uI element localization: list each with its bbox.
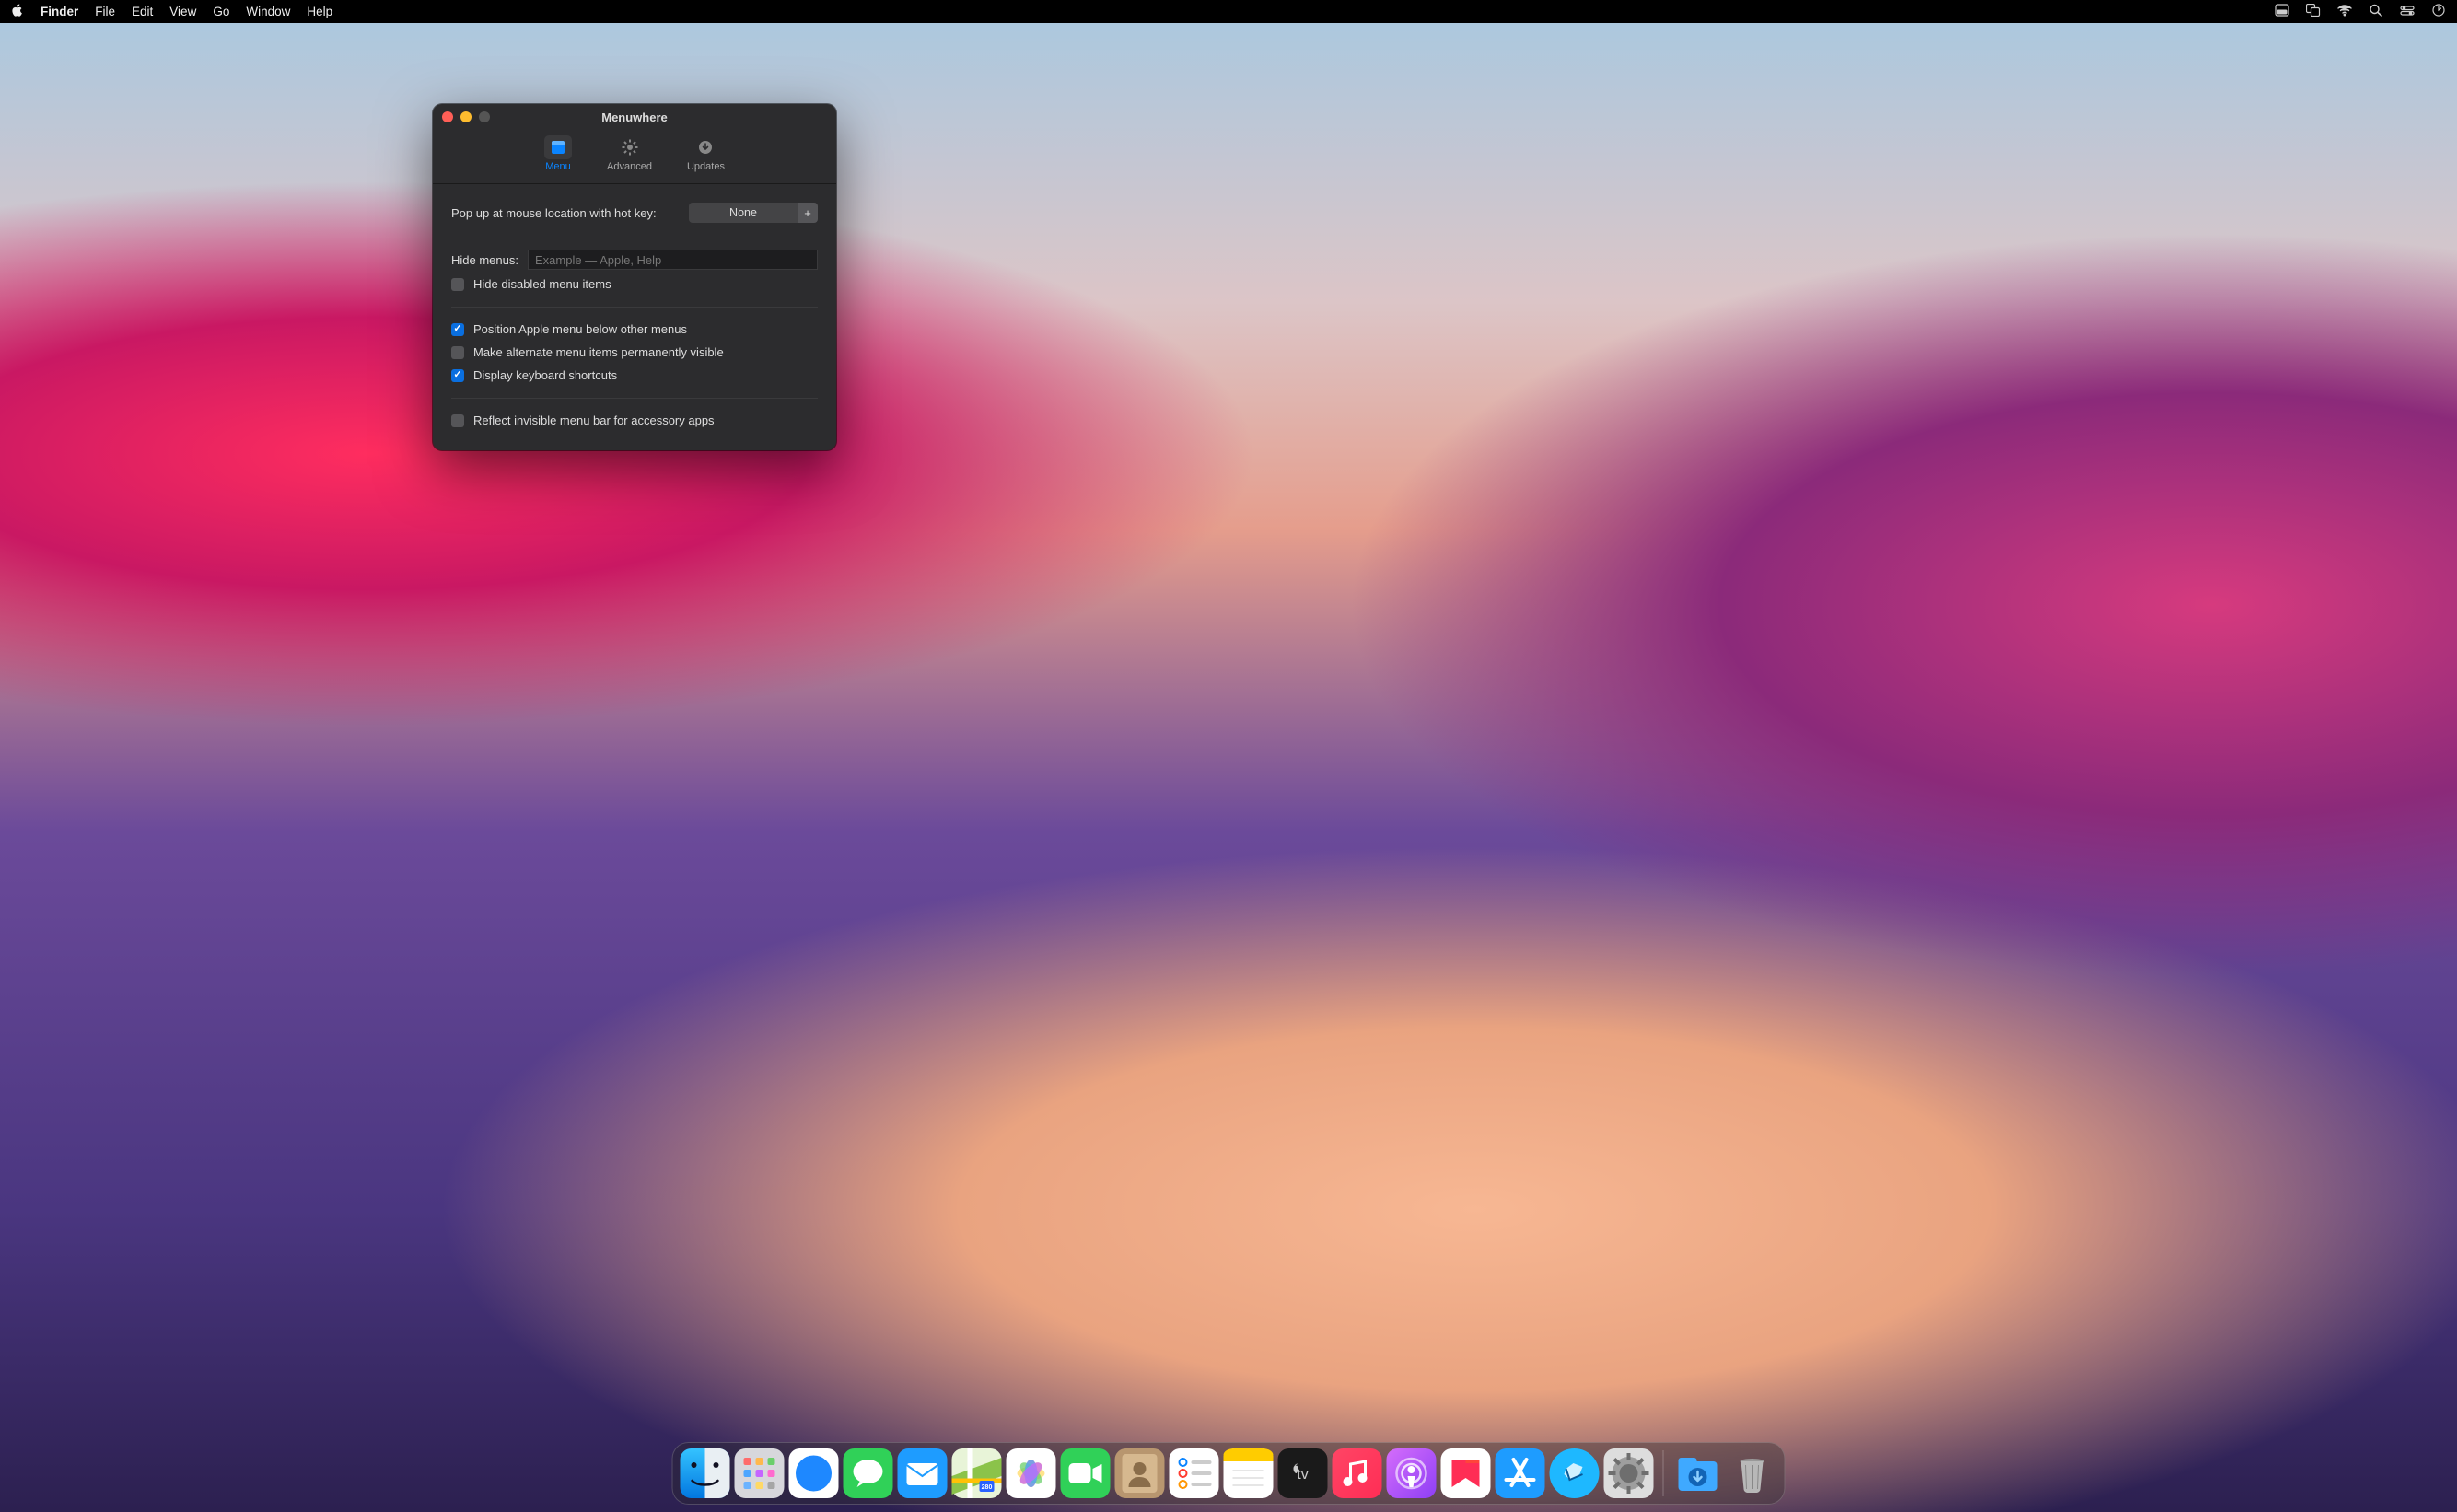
dock-messages[interactable] (844, 1448, 893, 1498)
dock-downloads[interactable] (1673, 1448, 1723, 1498)
dock-maps[interactable]: 280 (952, 1448, 1002, 1498)
hide-disabled-checkbox[interactable] (451, 278, 464, 291)
dock-facetime[interactable] (1061, 1448, 1111, 1498)
hotkey-field[interactable]: None (689, 203, 798, 223)
titlebar[interactable]: Menuwhere (433, 104, 836, 130)
hotkey-add-button[interactable]: + (798, 203, 818, 223)
preferences-window: Menuwhere Menu Advanced Updates Pop up a… (433, 104, 836, 450)
toolbar: Menu Advanced Updates (433, 130, 836, 184)
menu-window[interactable]: Window (246, 5, 290, 18)
dock-trash[interactable] (1728, 1448, 1777, 1498)
dock-launchpad[interactable] (735, 1448, 785, 1498)
dock-finder[interactable] (681, 1448, 730, 1498)
hide-menus-label: Hide menus: (451, 253, 518, 267)
shortcuts-checkbox[interactable] (451, 369, 464, 382)
tab-advanced[interactable]: Advanced (600, 132, 659, 176)
dock-mail[interactable] (898, 1448, 948, 1498)
tab-updates[interactable]: Updates (680, 132, 732, 176)
dock-appstore[interactable] (1496, 1448, 1545, 1498)
dock-separator (1663, 1450, 1664, 1496)
reflect-label: Reflect invisible menu bar for accessory… (473, 413, 715, 427)
menu-edit[interactable]: Edit (132, 5, 153, 18)
menu-view[interactable]: View (169, 5, 196, 18)
wifi-icon[interactable] (2337, 4, 2352, 19)
position-apple-checkbox[interactable] (451, 323, 464, 336)
dock-music[interactable] (1333, 1448, 1382, 1498)
dock-tv[interactable]: tv (1278, 1448, 1328, 1498)
dock-settings[interactable] (1604, 1448, 1654, 1498)
close-button[interactable] (442, 111, 453, 122)
clock-widget-icon[interactable] (2431, 4, 2446, 19)
dock-safari[interactable] (789, 1448, 839, 1498)
spotlight-icon[interactable] (2369, 4, 2383, 19)
control-center-icon[interactable] (2400, 4, 2415, 19)
tab-updates-label: Updates (687, 161, 725, 172)
gear-icon (622, 139, 638, 156)
dock: 280 tv (672, 1442, 1786, 1505)
shortcuts-label: Display keyboard shortcuts (473, 368, 617, 382)
svg-text:tv: tv (1297, 1467, 1308, 1483)
apple-menu-icon[interactable] (11, 4, 24, 19)
dock-podcasts[interactable] (1387, 1448, 1437, 1498)
window-title: Menuwhere (433, 110, 836, 124)
menu-file[interactable]: File (95, 5, 115, 18)
desktop-wallpaper (0, 0, 2457, 1512)
svg-text:280: 280 (982, 1484, 993, 1491)
alternates-checkbox[interactable] (451, 346, 464, 359)
menubar: Finder File Edit View Go Window Help (0, 0, 2457, 23)
hotkey-label: Pop up at mouse location with hot key: (451, 206, 657, 220)
mission-control-icon[interactable] (2306, 4, 2321, 19)
alternates-label: Make alternate menu items permanently vi… (473, 345, 724, 359)
reflect-checkbox[interactable] (451, 414, 464, 427)
app-name[interactable]: Finder (41, 5, 78, 18)
hide-disabled-label: Hide disabled menu items (473, 277, 611, 291)
dock-notes[interactable] (1224, 1448, 1274, 1498)
dock-freeform[interactable] (1550, 1448, 1600, 1498)
update-icon (697, 139, 714, 156)
menu-help[interactable]: Help (307, 5, 332, 18)
hide-menus-input[interactable] (528, 250, 818, 270)
dock-contacts[interactable] (1115, 1448, 1165, 1498)
minimize-button[interactable] (460, 111, 472, 122)
dock-reminders[interactable] (1170, 1448, 1219, 1498)
tab-menu-label: Menu (545, 161, 571, 172)
position-apple-label: Position Apple menu below other menus (473, 322, 687, 336)
tab-advanced-label: Advanced (607, 161, 652, 172)
dock-photos[interactable] (1007, 1448, 1056, 1498)
tab-menu[interactable]: Menu (537, 132, 579, 176)
zoom-button[interactable] (479, 111, 490, 122)
menu-go[interactable]: Go (213, 5, 229, 18)
stage-manager-icon[interactable] (2275, 4, 2289, 19)
dock-news[interactable] (1441, 1448, 1491, 1498)
menu-icon (550, 139, 566, 156)
